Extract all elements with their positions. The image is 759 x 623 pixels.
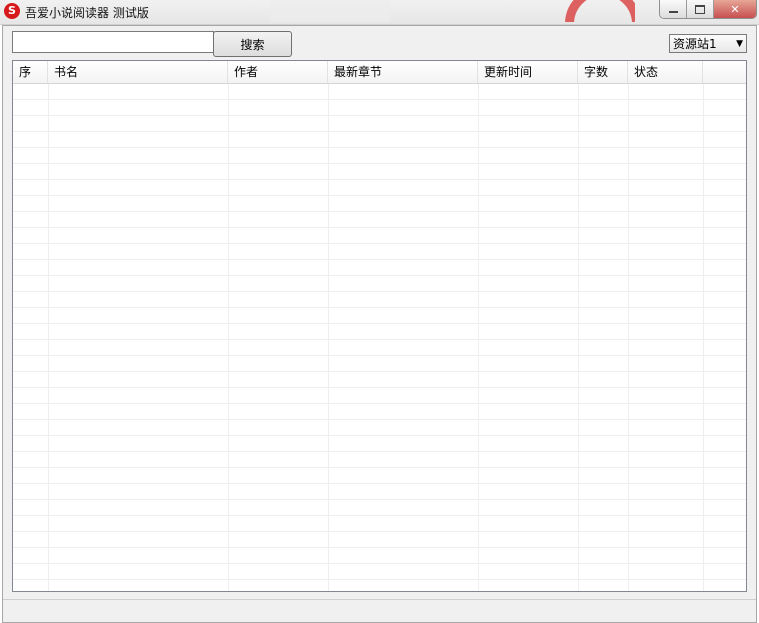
table-row[interactable] <box>13 548 746 564</box>
app-logo-icon: S <box>4 3 20 19</box>
table-row[interactable] <box>13 308 746 324</box>
minimize-icon <box>668 11 678 13</box>
window-controls: ✕ <box>659 0 757 19</box>
table-row[interactable] <box>13 164 746 180</box>
table-row[interactable] <box>13 500 746 516</box>
table-row[interactable] <box>13 484 746 500</box>
table-row[interactable] <box>13 340 746 356</box>
table-row[interactable] <box>13 372 746 388</box>
close-button[interactable]: ✕ <box>714 0 756 18</box>
table-row[interactable] <box>13 404 746 420</box>
window-title: 吾爱小说阅读器 测试版 <box>25 6 149 20</box>
table-row[interactable] <box>13 324 746 340</box>
close-icon: ✕ <box>730 2 740 16</box>
column-header-author[interactable]: 作者 <box>228 61 328 83</box>
table-row[interactable] <box>13 292 746 308</box>
book-list[interactable]: 序 书名 作者 最新章节 更新时间 字数 状态 <box>12 60 747 592</box>
table-row[interactable] <box>13 420 746 436</box>
column-header-status[interactable]: 状态 <box>628 61 703 83</box>
table-row[interactable] <box>13 180 746 196</box>
column-header-filler <box>703 61 746 83</box>
background-window-fragment <box>270 0 390 22</box>
maximize-icon <box>695 4 705 14</box>
status-bar <box>3 599 756 622</box>
search-input[interactable] <box>12 31 214 53</box>
table-row[interactable] <box>13 532 746 548</box>
list-rows <box>13 84 746 591</box>
background-logo-fragment <box>565 0 635 22</box>
table-row[interactable] <box>13 564 746 580</box>
minimize-button[interactable] <box>660 0 687 18</box>
table-row[interactable] <box>13 260 746 276</box>
maximize-button[interactable] <box>687 0 714 18</box>
list-header: 序 书名 作者 最新章节 更新时间 字数 状态 <box>13 61 746 84</box>
column-header-update-time[interactable]: 更新时间 <box>478 61 578 83</box>
table-row[interactable] <box>13 148 746 164</box>
table-row[interactable] <box>13 228 746 244</box>
column-header-index[interactable]: 序 <box>13 61 48 83</box>
table-row[interactable] <box>13 436 746 452</box>
source-site-dropdown[interactable]: 资源站1 ▼ <box>669 34 747 53</box>
column-header-latest-chapter[interactable]: 最新章节 <box>328 61 478 83</box>
column-header-word-count[interactable]: 字数 <box>578 61 628 83</box>
title-bar[interactable]: S 吾爱小说阅读器 测试版 ✕ <box>0 0 759 25</box>
table-row[interactable] <box>13 100 746 116</box>
column-header-title[interactable]: 书名 <box>48 61 228 83</box>
table-row[interactable] <box>13 84 746 100</box>
source-site-selected: 资源站1 <box>673 37 717 51</box>
table-row[interactable] <box>13 468 746 484</box>
table-row[interactable] <box>13 196 746 212</box>
chevron-down-icon: ▼ <box>736 38 743 49</box>
table-row[interactable] <box>13 244 746 260</box>
table-row[interactable] <box>13 132 746 148</box>
table-row[interactable] <box>13 356 746 372</box>
search-button[interactable]: 搜索 <box>213 31 292 57</box>
table-row[interactable] <box>13 276 746 292</box>
table-row[interactable] <box>13 452 746 468</box>
table-row[interactable] <box>13 516 746 532</box>
table-row[interactable] <box>13 212 746 228</box>
table-row[interactable] <box>13 388 746 404</box>
main-window: 搜索 资源站1 ▼ 序 书名 作者 最新章节 更新时间 字数 状态 <box>2 25 757 623</box>
table-row[interactable] <box>13 116 746 132</box>
